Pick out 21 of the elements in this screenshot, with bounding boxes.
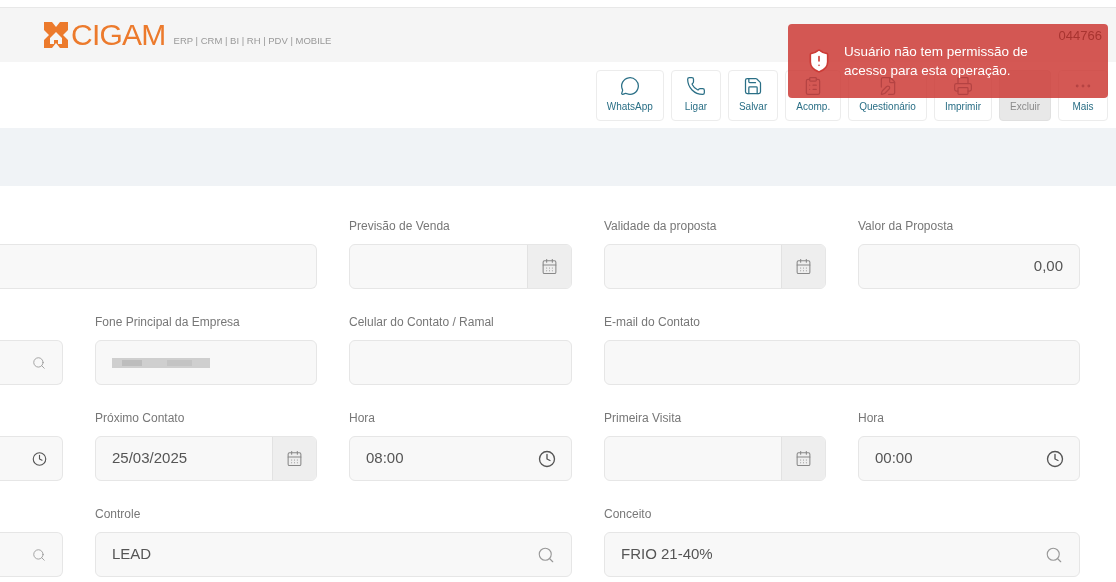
field-label: Fone Principal da Empresa — [95, 314, 240, 331]
field-label: Hora — [349, 410, 375, 427]
field-label: Previsão de Venda — [349, 218, 450, 235]
field-label: Conceito — [604, 506, 652, 523]
field-label: Primeira Visita — [604, 410, 682, 427]
field-label: Próximo Contato — [95, 410, 185, 427]
field-label: Celular do Contato / Ramal — [349, 314, 494, 331]
field-label: Controle — [95, 506, 141, 523]
field-label: Validade da proposta — [604, 218, 717, 235]
field-label: Hora — [858, 410, 884, 427]
toast-message: Usuário não tem permissão de acesso para esta operação. — [844, 43, 1029, 80]
field-value: 00:00 — [875, 449, 913, 467]
field-value: FRIO 21-40% — [621, 545, 713, 563]
field-value: 08:00 — [366, 449, 404, 467]
field-value: LEAD — [112, 545, 152, 563]
field-label: Valor da Proposta — [858, 218, 954, 235]
logo-text: CIGAM — [71, 20, 166, 50]
field-label: E-mail do Contato — [604, 314, 701, 331]
field-value: 0,00 — [1033, 257, 1063, 275]
tagline: ERP | CRM | BI | RH | PDV | MOBILE — [173, 33, 332, 48]
field-value: 25/03/2025 — [112, 449, 188, 467]
